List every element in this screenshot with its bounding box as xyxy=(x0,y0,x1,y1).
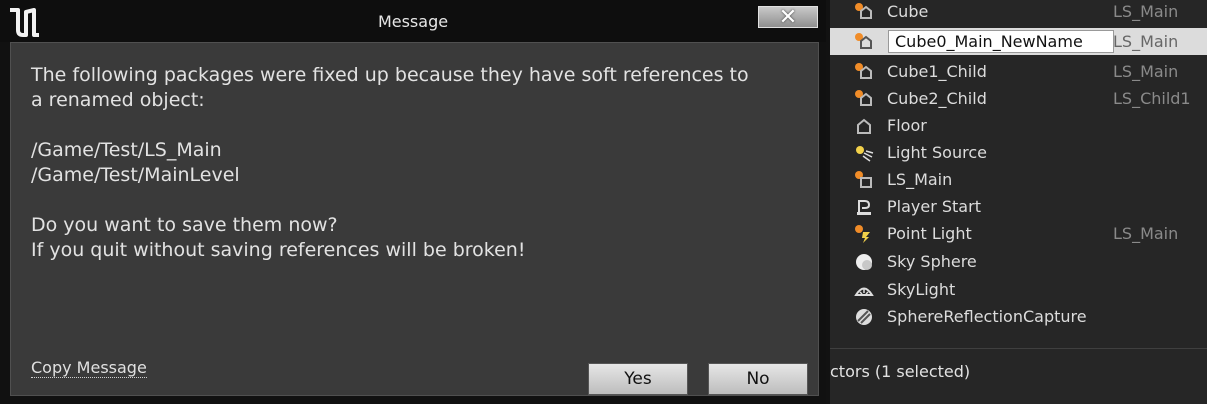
actor-level: LS_Child1 xyxy=(1113,89,1191,108)
actor-name: LS_Main xyxy=(887,170,953,189)
actor-name: Cube1_Child xyxy=(887,62,987,81)
package-path: /Game/Test/LS_Main xyxy=(31,139,222,161)
actor-name: Point Light xyxy=(887,224,972,243)
level-script-icon xyxy=(855,171,872,188)
actor-level: LS_Main xyxy=(1113,224,1179,243)
close-icon: ✕ xyxy=(778,5,798,30)
actor-count-status: ctors (1 selected) xyxy=(830,362,971,381)
close-button[interactable]: ✕ xyxy=(758,5,818,30)
outliner-row[interactable]: Point Light LS_Main xyxy=(830,220,1207,247)
actor-level: LS_Main xyxy=(1113,2,1179,21)
outliner-row[interactable]: SkyLight xyxy=(830,276,1207,303)
actor-level: LS_Main xyxy=(1113,32,1179,51)
outliner-row[interactable]: Cube2_Child LS_Child1 xyxy=(830,85,1207,112)
warning-line: If you quit without saving references wi… xyxy=(31,239,526,261)
point-light-icon xyxy=(855,225,870,243)
message-dialog: Message ✕ The following packages were fi… xyxy=(0,0,826,404)
outliner-row[interactable]: Sky Sphere xyxy=(830,248,1207,275)
dialog-title: Message xyxy=(377,12,449,31)
outliner-row[interactable]: Cube1_Child LS_Main xyxy=(830,58,1207,85)
outliner-row[interactable]: Player Start xyxy=(830,193,1207,220)
rename-input[interactable] xyxy=(888,30,1114,53)
outliner-row[interactable]: SphereReflectionCapture xyxy=(830,303,1207,330)
no-button[interactable]: No xyxy=(708,363,808,395)
question-line: Do you want to save them now? xyxy=(31,214,338,236)
actor-level: LS_Main xyxy=(1113,62,1179,81)
message-text: The following packages were fixed up bec… xyxy=(31,63,801,263)
yes-button[interactable]: Yes xyxy=(588,363,688,395)
actor-name: Sky Sphere xyxy=(887,252,977,271)
actor-name: Cube xyxy=(887,2,929,21)
sphere-icon xyxy=(856,254,872,270)
skylight-icon xyxy=(854,287,874,296)
outliner-row[interactable]: LS_Main xyxy=(830,166,1207,193)
player-start-icon xyxy=(857,200,871,215)
outliner-row[interactable]: Floor xyxy=(830,112,1207,139)
actor-icon xyxy=(855,63,872,79)
actor-name: Cube2_Child xyxy=(887,89,987,108)
actor-icon xyxy=(855,33,872,49)
outliner-row[interactable]: Cube LS_Main xyxy=(830,0,1207,25)
directional-light-icon xyxy=(856,146,874,162)
actor-name: Player Start xyxy=(887,197,981,216)
world-outliner: Cube LS_Main LS_Main Cube1_Child LS_Main… xyxy=(826,0,1207,404)
message-line: a renamed object: xyxy=(31,89,205,111)
actor-name: SkyLight xyxy=(887,280,956,299)
footer-divider xyxy=(830,348,1207,349)
actor-name: SphereReflectionCapture xyxy=(887,307,1087,326)
dialog-body: The following packages were fixed up bec… xyxy=(10,42,819,396)
actor-icon xyxy=(855,3,872,19)
actor-name: Light Source xyxy=(887,143,987,162)
dialog-titlebar[interactable]: Message ✕ xyxy=(0,0,826,42)
static-mesh-icon xyxy=(857,118,871,134)
outliner-row[interactable]: Light Source xyxy=(830,139,1207,166)
reflection-capture-icon xyxy=(856,309,872,325)
copy-message-link[interactable]: Copy Message xyxy=(31,359,147,378)
outliner-row-selected[interactable]: LS_Main xyxy=(830,28,1207,55)
message-line: The following packages were fixed up bec… xyxy=(31,64,749,86)
actor-icon xyxy=(855,90,872,106)
actor-name: Floor xyxy=(887,116,927,135)
package-path: /Game/Test/MainLevel xyxy=(31,164,240,186)
